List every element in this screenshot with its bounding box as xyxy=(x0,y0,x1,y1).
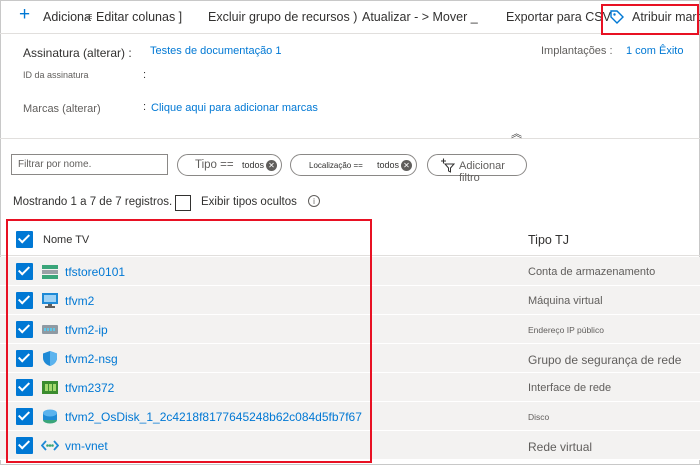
highlight-resource-list xyxy=(6,219,372,463)
subscription-label: Assinatura (alterar) : xyxy=(23,46,132,60)
command-bar: Adiciona ≡ Editar colunas ] Excluir grup… xyxy=(0,0,700,34)
highlight-assign-tags xyxy=(601,4,699,35)
add-filter-button[interactable]: Adicionar filtro xyxy=(427,154,527,184)
records-summary: Mostrando 1 a 7 de 7 registros. xyxy=(13,196,173,208)
resource-type: Disco xyxy=(528,412,550,422)
delete-resource-group-button[interactable]: Excluir grupo de recursos ) xyxy=(208,10,357,24)
clear-type-filter-icon[interactable]: ✕ xyxy=(266,160,277,171)
show-hidden-types-label: Exibir tipos ocultos xyxy=(201,196,297,208)
show-hidden-types-checkbox[interactable] xyxy=(175,195,191,211)
type-filter-pill[interactable]: Tipo == todos ✕ xyxy=(177,154,282,176)
resource-type: Conta de armazenamento xyxy=(528,266,656,278)
filter-by-name-input[interactable] xyxy=(11,154,168,175)
tags-label[interactable]: Marcas (alterar) xyxy=(23,103,101,115)
plus-icon[interactable] xyxy=(19,4,30,26)
add-filter-label: Adicionar filtro xyxy=(459,160,505,184)
location-filter-label: Localização == xyxy=(309,161,363,170)
columns-icon: ≡ xyxy=(86,11,93,23)
resource-type: Grupo de segurança de rede xyxy=(528,353,682,367)
refresh-move-button[interactable]: Atualizar - > Mover _ xyxy=(362,10,478,24)
chevron-up-icon[interactable]: ︽ xyxy=(511,125,522,141)
export-csv-button[interactable]: Exportar para CSV xyxy=(506,10,611,24)
clear-location-filter-icon[interactable]: ✕ xyxy=(401,160,412,171)
column-header-type[interactable]: Tipo TJ xyxy=(528,233,569,247)
resource-type: Endereço IP público xyxy=(528,325,604,335)
tags-colon: : xyxy=(143,101,147,113)
subscription-id-colon: : xyxy=(143,69,147,81)
add-button[interactable]: Adiciona xyxy=(43,10,91,24)
subscription-link[interactable]: Testes de documentação 1 xyxy=(150,45,281,57)
type-filter-label: Tipo == xyxy=(195,159,234,171)
subscription-id-label: ID da assinatura xyxy=(23,70,89,80)
resource-type: Interface de rede xyxy=(528,382,612,394)
location-filter-pill[interactable]: Localização == todos ✕ xyxy=(290,154,417,176)
location-filter-value: todos xyxy=(377,160,400,170)
essentials-panel: Assinatura (alterar) : Testes de documen… xyxy=(0,35,700,141)
resource-type: Rede virtual xyxy=(528,440,593,454)
resource-type: Máquina virtual xyxy=(528,295,603,307)
type-filter-value: todos xyxy=(242,160,265,170)
info-icon[interactable]: i xyxy=(308,195,320,207)
deployments-link[interactable]: 1 com Êxito xyxy=(626,45,683,57)
add-tags-link[interactable]: Clique aqui para adicionar marcas xyxy=(151,102,318,114)
add-filter-icon xyxy=(441,158,455,173)
edit-columns-button[interactable]: Editar colunas ] xyxy=(96,10,182,24)
deployments-label: Implantações : xyxy=(541,45,613,57)
